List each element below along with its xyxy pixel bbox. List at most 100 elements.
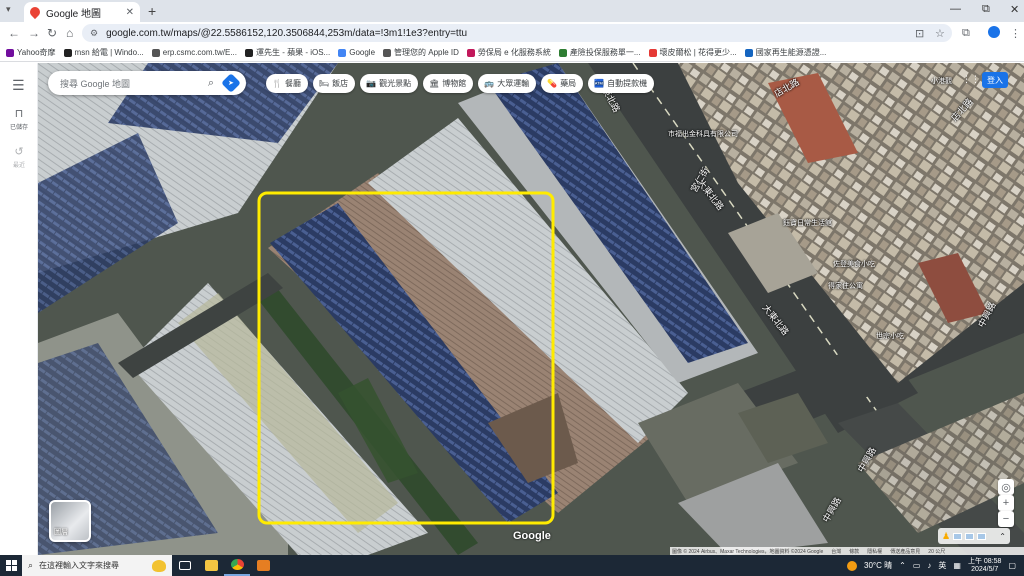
poi-label[interactable]: 鈺寶日常生活館 — [783, 218, 832, 228]
pegman-icon[interactable]: ♟ — [942, 531, 950, 542]
url-text[interactable]: google.com.tw/maps/@22.5586152,120.35068… — [106, 28, 467, 39]
bookmark-item[interactable]: 管理您的 Apple ID — [383, 47, 463, 58]
reload-icon[interactable]: ↻ — [47, 26, 57, 40]
weather-text[interactable]: 30°C 晴 — [864, 560, 892, 571]
site-info-icon[interactable]: ⚙ — [90, 28, 98, 39]
footer-link[interactable]: 隱私權 — [867, 548, 882, 555]
category-chips: 🍴 餐廳 🛏 飯店 📷 觀光景點 🏛 博物館 🚌 大眾運輸 💊 藥局 🏧 自動提款機 — [266, 74, 655, 93]
bookmark-item[interactable]: 運先生 - 蘋果 - iOS... — [244, 47, 334, 58]
back-icon[interactable]: ← — [8, 26, 20, 40]
footer-link[interactable]: 條款 — [849, 548, 859, 555]
footer-link[interactable]: 傳送產品意見 — [890, 548, 920, 555]
taskbar-app[interactable] — [250, 555, 276, 576]
category-chip[interactable]: 🚌 大眾運輸 — [478, 74, 537, 93]
bookmark-item[interactable]: Google — [338, 48, 379, 57]
search-input[interactable]: 搜尋 Google 地圖 — [60, 77, 208, 90]
layers-button[interactable]: 圖層 — [49, 500, 91, 542]
tab-close-icon[interactable]: ✕ — [126, 7, 134, 18]
directions-icon: ➤ — [228, 80, 234, 87]
imagery-thumb[interactable] — [953, 532, 963, 540]
bookmark-item[interactable]: erp.csmc.com.tw/E... — [151, 48, 241, 57]
maps-favicon-icon — [27, 4, 43, 20]
recent-button[interactable]: ↺ 最近 — [2, 145, 36, 169]
poi-label[interactable]: 市福出金科具有限公司 — [668, 129, 738, 139]
extensions-icon[interactable]: ⧉ — [962, 27, 970, 40]
bookmark-favicon-icon — [383, 48, 392, 57]
maximize-button[interactable]: ⧉ — [982, 3, 990, 16]
apps-grid-icon[interactable]: ⋮⋮ — [962, 74, 980, 86]
task-view-button[interactable] — [172, 555, 198, 576]
bookmark-star-icon[interactable]: ☆ — [935, 27, 945, 40]
profile-avatar[interactable] — [988, 26, 1000, 38]
taskbar-search[interactable]: ⌕ 在這裡輸入文字來搜尋 — [22, 555, 172, 576]
network-icon[interactable]: ▭ — [913, 561, 921, 570]
minimize-button[interactable]: — — [950, 3, 961, 15]
chip-icon: 💊 — [547, 79, 558, 88]
bookmark-item[interactable]: Yahoo奇摩 — [6, 47, 60, 58]
taskbar-search-input[interactable]: 在這裡輸入文字來搜尋 — [39, 560, 119, 571]
category-chip[interactable]: 🛏 飯店 — [312, 74, 356, 93]
bookmark-item[interactable]: 產險投保服務單一... — [558, 47, 645, 58]
bookmark-item[interactable]: 國家再生能源憑證... — [744, 47, 831, 58]
search-icon[interactable]: ⌕ — [208, 77, 214, 90]
my-location-button[interactable]: ◎ — [998, 479, 1014, 495]
category-chip[interactable]: 📷 觀光景點 — [360, 74, 419, 93]
tab-title: Google 地圖 — [46, 8, 102, 20]
poi-label[interactable]: 得家住公寓 — [828, 281, 863, 291]
new-tab-button[interactable]: + — [148, 3, 156, 19]
clock-time: 上午 08:58 — [967, 557, 1002, 565]
bookmark-favicon-icon — [338, 48, 347, 57]
volume-icon[interactable]: ♪ — [927, 561, 931, 570]
taskbar-explorer[interactable] — [198, 555, 224, 576]
scale-label[interactable]: 20 公尺 — [928, 548, 945, 555]
zoom-in-button[interactable]: + — [998, 495, 1014, 511]
directions-button[interactable]: ➤ — [221, 73, 241, 93]
chip-label: 觀光景點 — [379, 79, 412, 88]
imagery-thumb[interactable] — [965, 532, 975, 540]
chip-icon: 🍴 — [272, 79, 282, 88]
poi-label[interactable]: 佐登美食小吃 — [833, 259, 875, 269]
login-button[interactable]: 登入 — [982, 72, 1008, 88]
bookmark-item[interactable]: 壞皮爾松 | 花得更少... — [648, 47, 741, 58]
taskbar-chrome[interactable] — [224, 555, 250, 576]
close-window-button[interactable]: ✕ — [1010, 3, 1019, 16]
browser-tab[interactable]: Google 地圖 ✕ — [24, 2, 140, 22]
bookmark-label: 勞保局 e 化服務系統 — [477, 48, 551, 57]
grid-tray-icon[interactable]: ▦ — [953, 561, 961, 570]
expand-icon[interactable]: ⌃ — [999, 532, 1006, 541]
clock[interactable]: 上午 08:58 2024/5/7 — [968, 558, 1001, 574]
bookmark-favicon-icon — [648, 48, 657, 57]
bookmark-favicon-icon — [466, 48, 475, 57]
saved-button[interactable]: ⊓ 已儲存 — [2, 107, 36, 131]
category-chip[interactable]: 💊 藥局 — [541, 74, 584, 93]
install-app-icon[interactable]: ⊡ — [915, 27, 924, 40]
category-chip[interactable]: 🏛 博物館 — [423, 74, 474, 93]
ime-indicator[interactable]: 英 — [938, 560, 946, 571]
category-chip[interactable]: 🍴 餐廳 — [266, 74, 308, 93]
home-icon[interactable]: ⌂ — [66, 26, 73, 40]
bookmark-item[interactable]: 勞保局 e 化服務系統 — [466, 47, 555, 58]
satellite-map[interactable]: 大東北路 大東北路 東北路 中興路 中興路 中興路 宮仁街 店北路 店北路 小港… — [38, 63, 1024, 555]
poi-label[interactable]: 世宗小吃 — [876, 331, 904, 341]
bookmark-favicon-icon — [63, 48, 72, 57]
weather-icon — [847, 560, 858, 571]
category-chip[interactable]: 🏧 自動提款機 — [588, 74, 655, 93]
zoom-out-button[interactable]: − — [998, 511, 1014, 527]
tray-overflow-icon[interactable]: ⌃ — [899, 561, 906, 570]
browser-menu-icon[interactable]: ⋮ — [1010, 27, 1021, 40]
forward-icon[interactable]: → — [28, 26, 40, 40]
search-box[interactable]: 搜尋 Google 地圖 ⌕ ➤ — [48, 71, 246, 95]
place-label[interactable]: 小港觀 — [931, 76, 952, 86]
start-button[interactable] — [0, 555, 22, 576]
search-icon: ⌕ — [28, 560, 34, 570]
footer-link[interactable]: 台灣 — [831, 548, 841, 555]
location-icon: ◎ — [1001, 481, 1011, 494]
tab-search-icon[interactable]: ▾ — [6, 4, 18, 16]
address-bar[interactable]: ⚙ google.com.tw/maps/@22.5586152,120.350… — [82, 24, 952, 42]
menu-icon[interactable]: ☰ — [12, 77, 25, 94]
imagery-thumb[interactable] — [977, 532, 987, 540]
bookmark-item[interactable]: msn 給電 | Windo... — [63, 47, 148, 58]
street-view-strip[interactable]: ♟ ⌃ — [938, 528, 1010, 544]
maps-sidebar: ☰ ⊓ 已儲存 ↺ 最近 — [0, 63, 38, 555]
notification-icon[interactable]: ▢ — [1008, 561, 1016, 570]
